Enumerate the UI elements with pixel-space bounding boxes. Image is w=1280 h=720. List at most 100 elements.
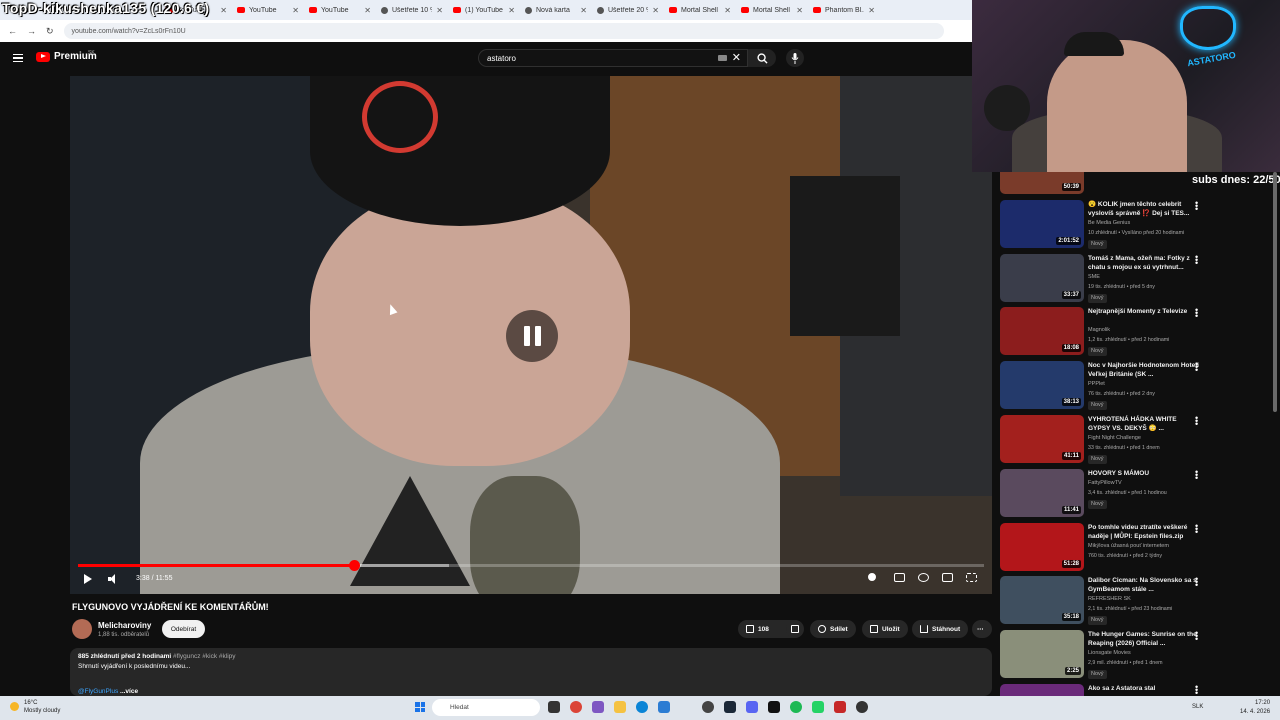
related-video-item[interactable]: 2:25 The Hunger Games: Sunrise on the Rea… [1000, 629, 1270, 680]
play-icon[interactable] [84, 574, 92, 584]
more-options-icon[interactable]: • • • [1195, 306, 1198, 321]
close-tab-icon[interactable]: ✕ [220, 6, 227, 15]
app-dark-icon[interactable] [856, 701, 868, 713]
video-thumbnail[interactable]: 41:11 [1000, 415, 1084, 463]
app-red-icon[interactable] [834, 701, 846, 713]
close-tab-icon[interactable]: ✕ [796, 6, 803, 15]
edge-icon[interactable] [636, 701, 648, 713]
video-item-title[interactable]: Ako sa z Astatora stal [1088, 684, 1200, 693]
related-video-item[interactable]: Ako sa z Astatora stal • • • [1000, 683, 1270, 697]
progress-bar[interactable] [78, 560, 984, 571]
close-tab-icon[interactable]: ✕ [436, 6, 443, 15]
weather-widget[interactable]: 16°C Mostly cloudy [10, 699, 60, 715]
scrollbar[interactable] [1273, 172, 1277, 412]
download-button[interactable]: Stáhnout [912, 620, 969, 638]
video-item-channel[interactable]: Mikýlova úžasná pouť internetem [1088, 543, 1169, 549]
subscribe-button[interactable]: Odebírat [162, 620, 205, 638]
related-video-item[interactable]: 38:13 Noc v Najhoršie Hodnotenom Hoteli V… [1000, 360, 1270, 411]
youtube-logo[interactable]: Premium SK [36, 50, 97, 62]
browser-tab[interactable]: Ušetřete 20 % ✕ [592, 0, 664, 20]
video-thumbnail[interactable]: 35:18 [1000, 576, 1084, 625]
related-video-item[interactable]: 35:18 Dalibor Cicman: Na Slovensko sa s G… [1000, 575, 1270, 626]
settings-icon[interactable] [918, 573, 929, 582]
video-item-channel[interactable]: FattyPillowTV [1088, 480, 1122, 486]
browser-tab[interactable]: Ušetřete 10 % ✕ [376, 0, 448, 20]
app-icon[interactable] [592, 701, 604, 713]
video-thumbnail[interactable]: 2:01:52 [1000, 199, 1084, 248]
pause-overlay-button[interactable] [506, 310, 558, 362]
video-item-title[interactable]: Tomáš z Mama, ožeň ma: Fotky z chatu s m… [1088, 254, 1200, 272]
video-item-channel[interactable]: PPPlet [1088, 381, 1105, 387]
close-tab-icon[interactable]: ✕ [652, 6, 659, 15]
video-thumbnail[interactable]: 33:37 [1000, 253, 1084, 302]
channel-name[interactable]: Melicharoviny [98, 621, 151, 630]
video-item-title[interactable]: Nejtrapnější Momenty z Televize [1088, 307, 1200, 316]
video-thumbnail[interactable]: 50:39 [1000, 172, 1084, 194]
video-item-channel[interactable]: REFRESHER SK [1088, 596, 1131, 602]
video-thumbnail[interactable] [1000, 684, 1084, 696]
video-player[interactable]: 3:38 / 11:55 [70, 76, 992, 594]
video-item-channel[interactable]: SME [1088, 274, 1100, 280]
more-options-icon[interactable]: • • • [1195, 521, 1198, 536]
video-thumbnail[interactable]: 2:25 [1000, 630, 1084, 679]
clear-search-icon[interactable]: ✕ [732, 51, 741, 64]
more-actions-button[interactable]: ⋯ [972, 620, 992, 638]
browser-tab[interactable]: YouTube ✕ [304, 0, 376, 20]
video-thumbnail[interactable]: 11:41 [1000, 468, 1084, 517]
description-mention[interactable]: @FlyGunPlus [78, 688, 118, 695]
description-hashtags[interactable]: #flyguncz #kick #klipy [173, 653, 236, 660]
chrome-profile-icon[interactable] [702, 701, 714, 713]
more-options-icon[interactable]: • • • [1195, 683, 1198, 697]
spotify-icon[interactable] [790, 701, 802, 713]
browser-tab[interactable]: Nová karta ✕ [520, 0, 592, 20]
steam-icon[interactable] [724, 701, 736, 713]
browser-tab[interactable]: Mortal Shell ✕ [664, 0, 736, 20]
related-video-item[interactable]: 51:28 Po tomhle videu ztratíte veškeré na… [1000, 521, 1270, 573]
share-button[interactable]: Sdílet [810, 620, 856, 638]
browser-tab[interactable]: (1) YouTube ✕ [448, 0, 520, 20]
more-options-icon[interactable]: • • • [1195, 360, 1198, 375]
chrome-icon[interactable] [570, 701, 582, 713]
url-field[interactable]: youtube.com/watch?v=ZcLs0rFn10U [63, 23, 944, 39]
obs-icon[interactable] [768, 701, 780, 713]
dislike-button[interactable] [786, 620, 804, 638]
keyboard-icon[interactable] [718, 55, 727, 61]
show-more-link[interactable]: ...více [120, 688, 138, 695]
voice-search-button[interactable] [786, 49, 804, 67]
video-item-title[interactable]: HOVORY S MÁMOU [1088, 469, 1200, 478]
more-options-icon[interactable]: • • • [1195, 575, 1198, 590]
related-video-item[interactable]: 41:11 VYHROTENÁ HÁDKA WHITE GYPSY VS. DEK… [1000, 414, 1270, 465]
close-tab-icon[interactable]: ✕ [580, 6, 587, 15]
related-video-item[interactable]: 11:41 HOVORY S MÁMOU FattyPillowTV 3,4 tis.… [1000, 467, 1270, 519]
video-item-title[interactable]: Dalibor Cicman: Na Slovensko sa s GymBea… [1088, 576, 1200, 594]
channel-avatar[interactable] [72, 619, 92, 639]
system-clock[interactable]: 17:20 14. 4. 2026 [1240, 699, 1270, 717]
miniplayer-icon[interactable] [942, 573, 953, 582]
browser-tab[interactable]: Mortal Shell ✕ [736, 0, 808, 20]
close-tab-icon[interactable]: ✕ [508, 6, 515, 15]
more-options-icon[interactable]: • • • [1195, 414, 1198, 429]
video-thumbnail[interactable]: 38:13 [1000, 361, 1084, 410]
video-item-title[interactable]: The Hunger Games: Sunrise on the Reaping… [1088, 630, 1200, 648]
whatsapp-icon[interactable] [812, 701, 824, 713]
close-tab-icon[interactable]: ✕ [868, 6, 875, 15]
fullscreen-icon[interactable] [966, 573, 977, 582]
more-options-icon[interactable]: • • • [1195, 198, 1198, 213]
browser-tab[interactable]: YouTube ✕ [232, 0, 304, 20]
video-item-channel[interactable]: Magnolik [1088, 327, 1110, 333]
related-video-item[interactable]: 18:08 Nejtrapnější Momenty z Televize Magn… [1000, 306, 1270, 357]
search-button[interactable] [748, 49, 776, 67]
more-options-icon[interactable]: • • • [1195, 467, 1198, 482]
video-thumbnail[interactable]: 51:28 [1000, 522, 1084, 571]
video-item-channel[interactable]: Be Media Genius [1088, 220, 1130, 226]
video-item-title[interactable]: Noc v Najhoršie Hodnotenom Hoteli Veľkej… [1088, 361, 1200, 379]
browser-tab[interactable]: Phantom Bl... ✕ [808, 0, 880, 20]
subtitles-icon[interactable] [894, 573, 905, 582]
video-item-title[interactable]: Po tomhle videu ztratíte veškeré naděje … [1088, 523, 1200, 541]
back-icon[interactable]: ← [8, 26, 17, 36]
close-tab-icon[interactable]: ✕ [364, 6, 371, 15]
close-tab-icon[interactable]: ✕ [292, 6, 299, 15]
related-video-item[interactable]: 50:39267 tis. zhlédnutí • před 3 dnyNový [1000, 172, 1270, 196]
menu-icon[interactable] [13, 54, 23, 62]
related-video-item[interactable]: 33:37 Tomáš z Mama, ožeň ma: Fotky z chat… [1000, 252, 1270, 304]
